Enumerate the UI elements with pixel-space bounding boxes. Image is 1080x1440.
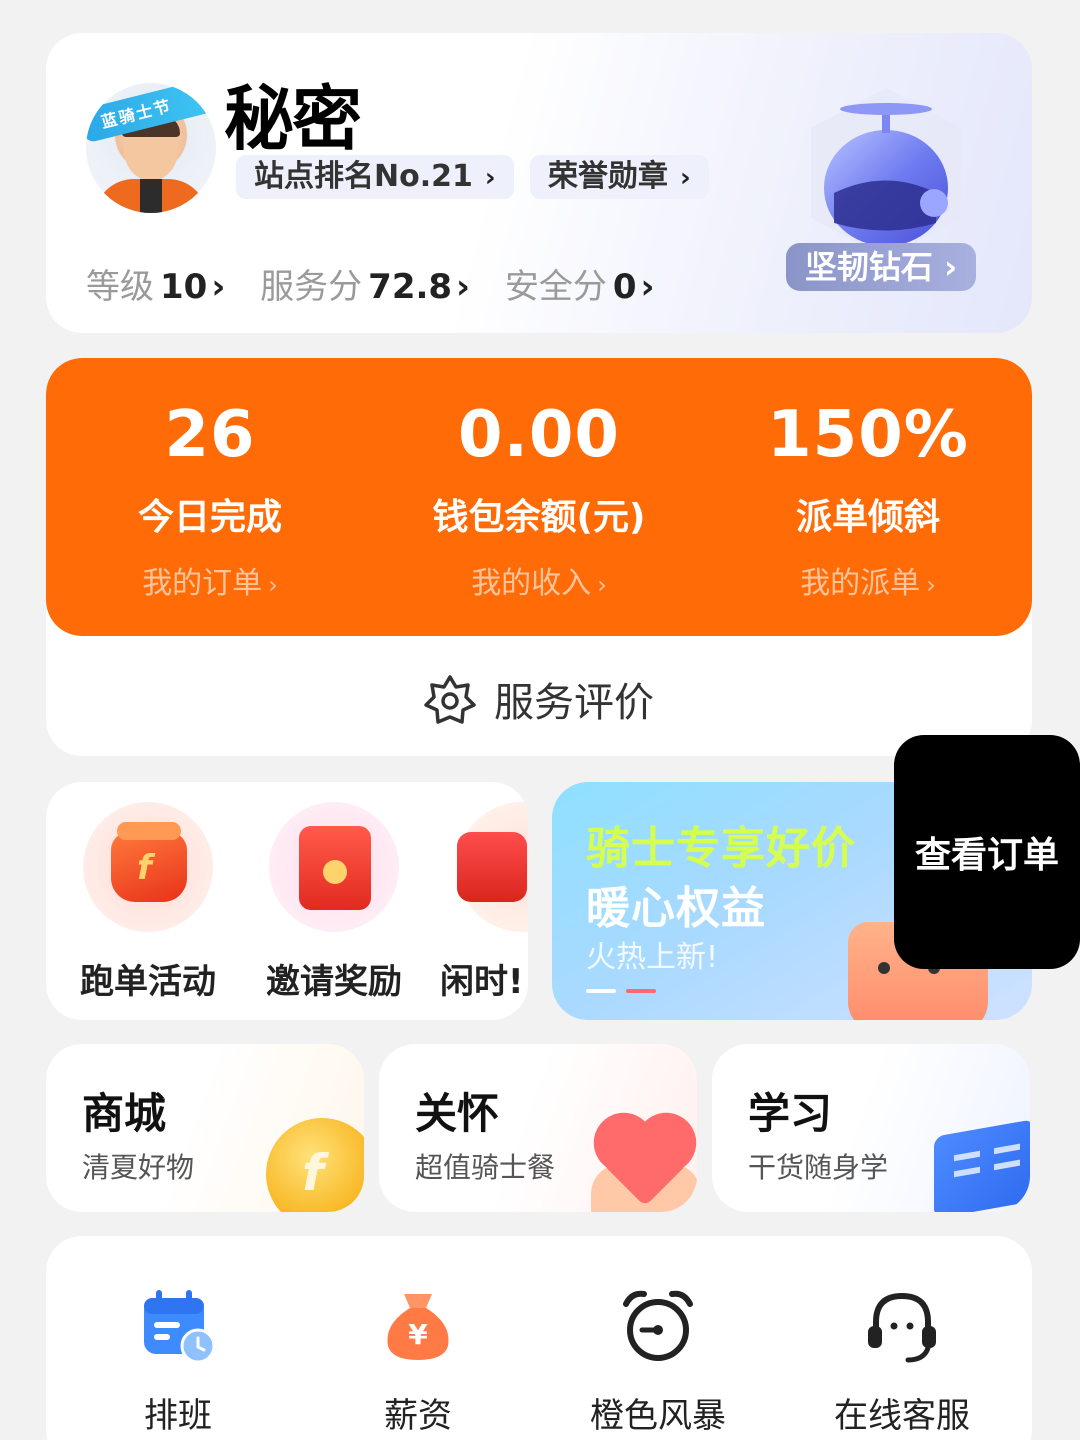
bag-icon: f (83, 802, 213, 932)
orange-storm-label: 橙色风暴 (590, 1396, 726, 1436)
dispatch-boost-stat[interactable]: 150% 派单倾斜 我的派单 › (704, 394, 1032, 602)
my-income-label: 我的收入 (471, 566, 592, 601)
activity-idle-time[interactable]: 闲时! (440, 802, 528, 1003)
dispatch-boost-label: 派单倾斜 (795, 497, 940, 538)
today-completed-stat[interactable]: 26 今日完成 我的订单 › (46, 394, 374, 602)
profile-stats-row: 等级 10 › 服务分 72.8 › 安全分 0 › (86, 259, 679, 308)
station-rank-label: 站点排名No.21 (254, 159, 473, 194)
calendar-icon (144, 1290, 216, 1364)
chevron-right-icon: › (943, 248, 958, 286)
safety-score-stat[interactable]: 安全分 0 › (505, 267, 655, 307)
today-completed-label: 今日完成 (137, 497, 282, 538)
level-badge[interactable]: 坚韧钻石 › (786, 243, 976, 291)
level-stat-label: 等级 (86, 267, 154, 307)
my-orders-link[interactable]: 我的订单 › (46, 558, 374, 602)
chevron-right-icon: › (456, 267, 471, 307)
money-bag-icon: ¥ (387, 1294, 449, 1360)
learning-subtitle: 干货随身学 (748, 1151, 889, 1184)
level-stat[interactable]: 等级 10 › (86, 267, 225, 307)
activity-invite-reward-label: 邀请奖励 (266, 962, 402, 1002)
activity-invite-reward[interactable]: 邀请奖励 (254, 802, 414, 1003)
chevron-right-icon: › (484, 163, 496, 193)
my-orders-label: 我的订单 (142, 566, 263, 601)
honor-medal-label: 荣誉勋章 (548, 159, 668, 194)
service-score-label: 服务分 (260, 267, 363, 307)
bag-shape: f (111, 822, 187, 902)
banner-subheadline: 暖心权益 (586, 883, 766, 934)
level-stat-value: 10 (160, 267, 208, 307)
gift-shape (457, 832, 527, 902)
salary-label: 薪资 (384, 1396, 452, 1436)
activities-card: f 跑单活动 邀请奖励 闲时! (46, 782, 528, 1020)
dispatch-boost-value: 150% (767, 398, 969, 472)
chevron-right-icon: › (640, 267, 655, 307)
gift-icon (457, 802, 528, 932)
tools-card: 排班 ¥ 薪资 橙色风暴 在线客服 (46, 1236, 1032, 1440)
service-score-value: 72.8 (368, 267, 453, 307)
red-envelope-icon (269, 802, 399, 932)
online-support-button[interactable]: 在线客服 (782, 1286, 1022, 1437)
chevron-right-icon: › (926, 571, 936, 599)
care-card[interactable]: 关怀 超值骑士餐 (379, 1044, 697, 1212)
service-evaluation-label: 服务评价 (494, 680, 654, 726)
online-support-label: 在线客服 (834, 1396, 970, 1436)
view-orders-floating-button[interactable]: 查看订单 (894, 735, 1080, 969)
honor-medal-button[interactable]: 荣誉勋章 › (530, 155, 709, 199)
station-rank-button[interactable]: 站点排名No.21 › (236, 155, 514, 199)
banner-headline: 骑士专享好价 (586, 823, 856, 874)
wallet-balance-label: 钱包余额(元) (432, 497, 646, 538)
mall-subtitle: 清夏好物 (82, 1151, 195, 1184)
safety-score-label: 安全分 (504, 267, 607, 307)
service-score-stat[interactable]: 服务分 72.8 › (260, 267, 470, 307)
service-evaluation-button[interactable]: 服务评价 (46, 656, 1032, 742)
avatar-collar (140, 179, 162, 213)
coin-logo-glyph: f (302, 1144, 324, 1202)
wallet-balance-value: 0.00 (458, 398, 620, 472)
chevron-right-icon: › (597, 571, 607, 599)
book-icon (934, 1119, 1030, 1212)
chevron-right-icon: › (211, 267, 226, 307)
activity-run-orders[interactable]: f 跑单活动 (68, 802, 228, 1003)
profile-card: 蓝骑士节 秘密 站点排名No.21 › 荣誉勋章 › 等级 10 › 服务分 72.8 › … (46, 33, 1032, 333)
activity-idle-time-label: 闲时! (440, 962, 524, 1002)
banner-tagline: 火热上新! (586, 940, 719, 975)
alarm-clock-icon (623, 1290, 693, 1361)
carousel-dot-active (626, 989, 656, 993)
wallet-balance-stat[interactable]: 0.00 钱包余额(元) 我的收入 › (375, 394, 703, 602)
learning-title: 学习 (748, 1089, 833, 1138)
level-badge-label: 坚韧钻石 (804, 248, 933, 286)
avatar[interactable]: 蓝骑士节 (86, 83, 216, 213)
care-title: 关怀 (415, 1089, 500, 1138)
salary-button[interactable]: ¥ 薪资 (298, 1286, 538, 1437)
safety-score-value: 0 (612, 267, 637, 307)
schedule-label: 排班 (144, 1396, 212, 1436)
carousel-dot (586, 989, 616, 993)
my-dispatch-link[interactable]: 我的派单 › (704, 558, 1032, 602)
orange-storm-button[interactable]: 橙色风暴 (538, 1286, 778, 1437)
summary-stats-panel: 26 今日完成 我的订单 › 0.00 钱包余额(元) 我的收入 › 150% 派单… (46, 358, 1032, 636)
chevron-right-icon: › (268, 571, 278, 599)
carousel-indicator (586, 978, 666, 997)
learning-card[interactable]: 学习 干货随身学 (712, 1044, 1030, 1212)
today-completed-value: 26 (164, 398, 256, 472)
my-dispatch-label: 我的派单 (800, 566, 921, 601)
activity-run-orders-label: 跑单活动 (80, 962, 216, 1002)
flower-badge-icon (424, 675, 476, 724)
summary-card: 26 今日完成 我的订单 › 0.00 钱包余额(元) 我的收入 › 150% 派单… (46, 358, 1032, 756)
coin-icon: f (266, 1118, 364, 1212)
svg-text:¥: ¥ (408, 1318, 428, 1351)
mall-title: 商城 (82, 1089, 167, 1138)
mall-card[interactable]: 商城 清夏好物 f (46, 1044, 364, 1212)
nickname: 秘密 (224, 78, 362, 160)
care-subtitle: 超值骑士餐 (415, 1151, 556, 1184)
chevron-right-icon: › (680, 163, 691, 193)
my-income-link[interactable]: 我的收入 › (375, 558, 703, 602)
bag-logo-glyph: f (137, 848, 152, 888)
schedule-button[interactable]: 排班 (58, 1286, 298, 1437)
headset-icon (868, 1292, 936, 1363)
red-envelope-shape (299, 826, 371, 910)
